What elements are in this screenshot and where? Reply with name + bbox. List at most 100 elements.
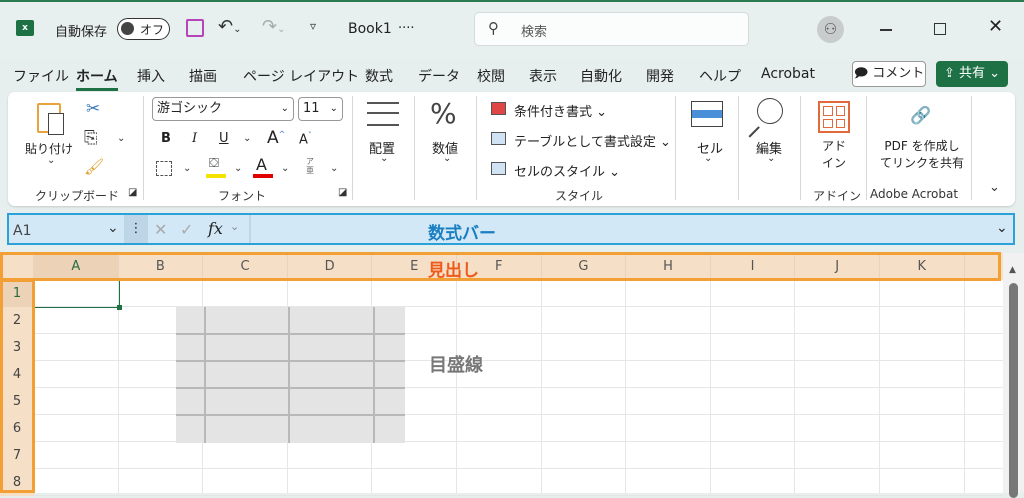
comment-icon: 🗩: [853, 66, 869, 81]
gridline: [34, 468, 1003, 469]
tab-home[interactable]: ホーム: [76, 66, 118, 91]
copy-dropdown-icon[interactable]: ⌄: [117, 133, 125, 144]
comment-button[interactable]: 🗩 コメント: [852, 61, 926, 87]
share-label: 共有: [959, 66, 986, 81]
tab-acrobat[interactable]: Acrobat: [761, 66, 815, 82]
chevron-down-icon: ⌄: [443, 153, 452, 164]
autosave-label: 自動保存: [55, 25, 108, 40]
cut-icon[interactable]: ✂: [86, 99, 100, 119]
illustration-gridline: [176, 387, 405, 389]
tab-help[interactable]: ヘルプ: [699, 66, 741, 86]
cell-styles-label: セルのスタイル: [514, 165, 606, 180]
tab-view[interactable]: 表示: [529, 66, 557, 86]
fill-color-swatch: [206, 174, 226, 178]
font-name-select[interactable]: 游ゴシック ⌄: [152, 97, 294, 121]
insert-function-button[interactable]: fx: [208, 219, 223, 238]
bold-button[interactable]: B: [161, 131, 171, 146]
formula-input[interactable]: [249, 215, 1013, 243]
tab-automate[interactable]: 自動化: [580, 66, 622, 86]
chevron-down-icon: ⌄: [280, 103, 289, 114]
addins-button[interactable]: アド イン: [822, 138, 846, 172]
cancel-icon[interactable]: ✕: [154, 220, 167, 239]
vertical-scrollbar[interactable]: ▲: [1003, 253, 1024, 498]
pdf-link-icon: 🔗: [910, 106, 932, 126]
undo-icon[interactable]: ↶⌄: [218, 16, 241, 37]
gridlines-illustration: [176, 307, 405, 443]
close-icon[interactable]: ✕: [988, 16, 1003, 37]
fill-color-icon[interactable]: ⛋: [209, 156, 219, 171]
borders-dropdown-icon[interactable]: ⌄: [183, 163, 191, 174]
clipboard-launcher-icon[interactable]: ◪: [128, 187, 137, 198]
copy-icon[interactable]: ⎘: [84, 128, 98, 148]
format-painter-icon[interactable]: 🖌: [84, 157, 104, 176]
conditional-format-button[interactable]: 条件付き書式 ⌄: [514, 101, 607, 120]
chevron-down-icon: ⌄: [329, 103, 338, 114]
illustration-gridline: [288, 307, 290, 443]
tab-file[interactable]: ファイル: [13, 66, 69, 86]
maximize-icon[interactable]: [934, 23, 946, 35]
font-color-dropdown-icon[interactable]: ⌄: [281, 163, 289, 174]
tab-page-layout[interactable]: ページ レイアウト: [243, 66, 359, 86]
font-color-button[interactable]: A: [256, 155, 267, 174]
illustration-gridline: [176, 360, 405, 362]
expand-formula-bar-icon[interactable]: ⌄: [996, 220, 1008, 236]
paste-icon[interactable]: [37, 103, 64, 135]
format-as-table-button[interactable]: テーブルとして書式設定 ⌄: [514, 131, 671, 150]
italic-button[interactable]: I: [192, 131, 197, 146]
addins-group-label: アドイン: [813, 189, 862, 203]
divider: [476, 96, 477, 200]
divider: [675, 96, 676, 200]
font-size-select[interactable]: 11 ⌄: [298, 97, 343, 121]
minimize-icon[interactable]: [880, 29, 892, 31]
excel-icon: x: [16, 20, 34, 36]
create-pdf-share-link-button[interactable]: PDF を作成し てリンクを共有: [880, 138, 964, 172]
decrease-font-button[interactable]: Aˇ: [299, 131, 312, 147]
addins-icon: [818, 101, 850, 133]
phonetic-dropdown-icon[interactable]: ⌄: [330, 163, 338, 174]
number-format-icon: %: [430, 97, 457, 130]
underline-button[interactable]: U: [219, 131, 229, 146]
addins-label-line1: アド: [822, 139, 847, 153]
alignment-icon: [367, 102, 399, 126]
tab-review[interactable]: 校閲: [477, 66, 505, 86]
cell-styles-button[interactable]: セルのスタイル ⌄: [514, 161, 620, 180]
more-options-icon[interactable]: ⋮: [124, 215, 148, 243]
customize-toolbar-icon[interactable]: ▿: [310, 19, 316, 33]
styles-group-label: スタイル: [555, 189, 604, 203]
increase-font-button[interactable]: A^: [267, 128, 285, 148]
gridline: [34, 495, 1003, 496]
tab-formulas[interactable]: 数式: [365, 66, 393, 86]
tab-draw[interactable]: 描画: [189, 66, 217, 86]
phonetic-guide-button[interactable]: ア亜: [306, 157, 316, 175]
tab-data[interactable]: データ: [418, 66, 460, 86]
underline-dropdown-icon[interactable]: ⌄: [243, 133, 251, 144]
font-name-value: 游ゴシック: [157, 101, 223, 116]
scroll-up-icon[interactable]: ▲: [1009, 265, 1016, 275]
scrollbar-thumb[interactable]: [1009, 283, 1018, 498]
save-icon[interactable]: [186, 19, 204, 37]
enter-icon[interactable]: ✓: [180, 220, 193, 239]
tab-insert[interactable]: 挿入: [137, 66, 165, 86]
fill-color-dropdown-icon[interactable]: ⌄: [234, 163, 242, 174]
tab-developer[interactable]: 開発: [646, 66, 674, 86]
workbook-more[interactable]: ····: [398, 21, 415, 36]
autosave-toggle[interactable]: オフ: [117, 18, 170, 40]
annotation-formula-bar: 数式バー: [428, 224, 496, 244]
conditional-format-icon: [491, 102, 506, 115]
name-box[interactable]: A1: [13, 223, 31, 239]
redo-icon[interactable]: ↷⌄: [262, 16, 285, 37]
account-avatar[interactable]: ⚇: [817, 16, 844, 43]
paste-dropdown-icon[interactable]: ⌄: [47, 155, 55, 166]
share-button[interactable]: ⇪ 共有 ⌄: [936, 61, 1008, 87]
name-box-dropdown-icon[interactable]: ⌄: [107, 220, 119, 236]
font-launcher-icon[interactable]: ◪: [338, 187, 347, 198]
search-box[interactable]: ⚲ 検索: [474, 12, 749, 46]
illustration-gridline: [176, 414, 405, 416]
acrobat-label-line2: てリンクを共有: [880, 156, 965, 170]
borders-icon[interactable]: [156, 161, 172, 176]
divider: [414, 96, 415, 200]
shrink-font-label: A: [299, 132, 308, 148]
divider: [866, 96, 867, 200]
expand-ribbon-icon[interactable]: ⌄: [989, 180, 1000, 195]
selected-cell-a1[interactable]: [34, 280, 122, 310]
